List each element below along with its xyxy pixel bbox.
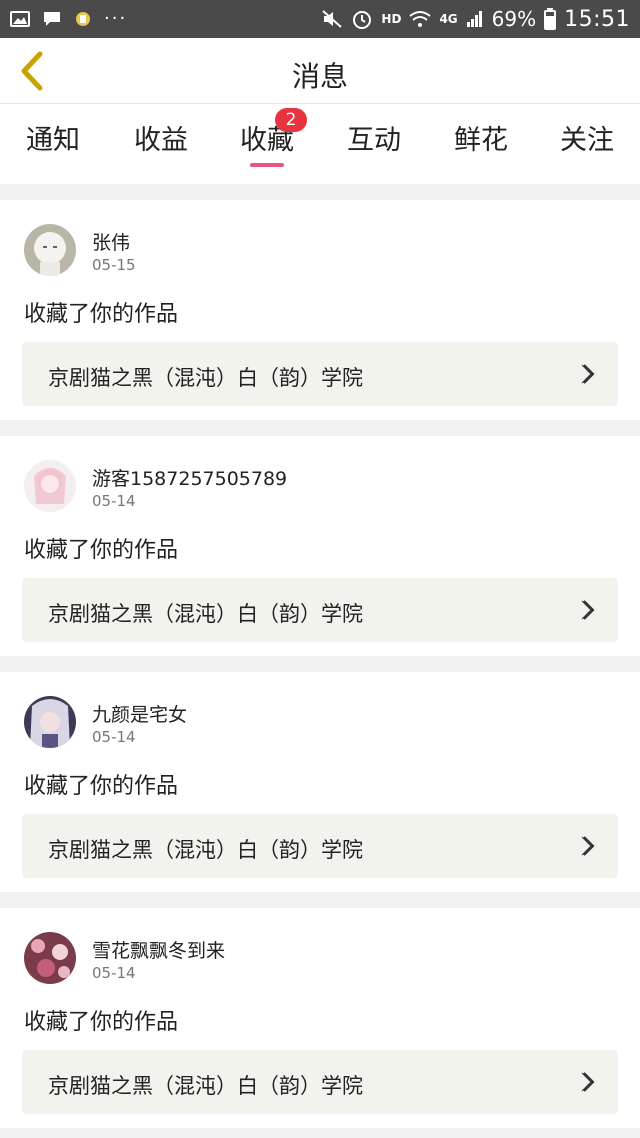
tab-interaction[interactable]: 互动 — [324, 118, 424, 157]
battery-percent: 69% — [491, 7, 537, 31]
chevron-right-icon — [581, 364, 595, 384]
status-left-icons: ··· — [10, 10, 127, 28]
username[interactable]: 游客1587257505789 — [92, 464, 287, 491]
hd-indicator: HD — [381, 12, 402, 26]
notification-card: 游客1587257505789 05-14 收藏了你的作品 京剧猫之黑（混沌）白… — [0, 436, 640, 656]
action-text: 收藏了你的作品 — [24, 302, 179, 327]
avatar[interactable] — [24, 932, 76, 984]
chevron-right-icon — [581, 1072, 595, 1092]
work-title: 京剧猫之黑（混沌）白（韵）学院 — [48, 1074, 363, 1098]
tab-earnings[interactable]: 收益 — [111, 118, 211, 157]
work-title: 京剧猫之黑（混沌）白（韵）学院 — [48, 602, 363, 626]
notification-card: 张伟 05-15 收藏了你的作品 京剧猫之黑（混沌）白（韵）学院 — [0, 200, 640, 420]
avatar[interactable] — [24, 696, 76, 748]
action-text: 收藏了你的作品 — [24, 774, 179, 799]
notification-card: 九颜是宅女 05-14 收藏了你的作品 京剧猫之黑（混沌）白（韵）学院 — [0, 672, 640, 892]
work-link[interactable]: 京剧猫之黑（混沌）白（韵）学院 — [22, 578, 618, 642]
action-text: 收藏了你的作品 — [24, 538, 179, 563]
clock: 15:51 — [564, 6, 630, 32]
status-right: HD 4G 69% 15:51 — [321, 7, 630, 32]
tab-bar: 通知 收益 收藏 2 互动 鲜花 关注 — [0, 104, 640, 184]
work-title: 京剧猫之黑（混沌）白（韵）学院 — [48, 366, 363, 390]
active-tab-indicator — [250, 163, 284, 167]
tab-label: 关注 — [560, 125, 614, 156]
mute-icon — [321, 9, 343, 29]
chevron-right-icon — [581, 600, 595, 620]
wifi-icon — [409, 10, 432, 28]
tab-favorites[interactable]: 收藏 2 — [217, 108, 317, 167]
more-dots-icon: ··· — [104, 8, 128, 29]
page-title: 消息 — [291, 60, 348, 93]
avatar[interactable] — [24, 224, 76, 276]
signal-icon — [466, 10, 484, 28]
nav-header: 消息 — [0, 38, 640, 104]
notification-date: 05-14 — [92, 964, 136, 982]
battery-icon — [544, 8, 557, 30]
work-link[interactable]: 京剧猫之黑（混沌）白（韵）学院 — [22, 814, 618, 878]
work-link[interactable]: 京剧猫之黑（混沌）白（韵）学院 — [22, 342, 618, 406]
tab-flowers[interactable]: 鲜花 — [431, 118, 531, 157]
image-icon — [10, 10, 30, 28]
tab-label: 互动 — [347, 125, 401, 156]
tab-label: 收益 — [134, 125, 188, 156]
unread-badge: 2 — [275, 108, 307, 132]
username[interactable]: 雪花飘飘冬到来 — [92, 936, 225, 963]
chevron-right-icon — [581, 836, 595, 856]
network-type: 4G — [439, 12, 458, 26]
work-link[interactable]: 京剧猫之黑（混沌）白（韵）学院 — [22, 1050, 618, 1114]
tab-label: 通知 — [26, 125, 80, 156]
notification-date: 05-14 — [92, 492, 136, 510]
username[interactable]: 张伟 — [92, 228, 130, 255]
notification-date: 05-15 — [92, 256, 136, 274]
tab-notice[interactable]: 通知 — [3, 118, 103, 157]
action-text: 收藏了你的作品 — [24, 1010, 179, 1035]
avatar[interactable] — [24, 460, 76, 512]
alarm-icon — [351, 8, 373, 30]
notification-date: 05-14 — [92, 728, 136, 746]
app-badge-icon — [74, 10, 92, 28]
username[interactable]: 九颜是宅女 — [92, 700, 187, 727]
chat-icon — [42, 10, 62, 28]
tab-follow[interactable]: 关注 — [537, 118, 637, 157]
notification-card: 雪花飘飘冬到来 05-14 收藏了你的作品 京剧猫之黑（混沌）白（韵）学院 — [0, 908, 640, 1128]
work-title: 京剧猫之黑（混沌）白（韵）学院 — [48, 838, 363, 862]
status-bar: ··· HD 4G 69% 15:51 — [0, 0, 640, 38]
tab-label: 鲜花 — [454, 125, 508, 156]
